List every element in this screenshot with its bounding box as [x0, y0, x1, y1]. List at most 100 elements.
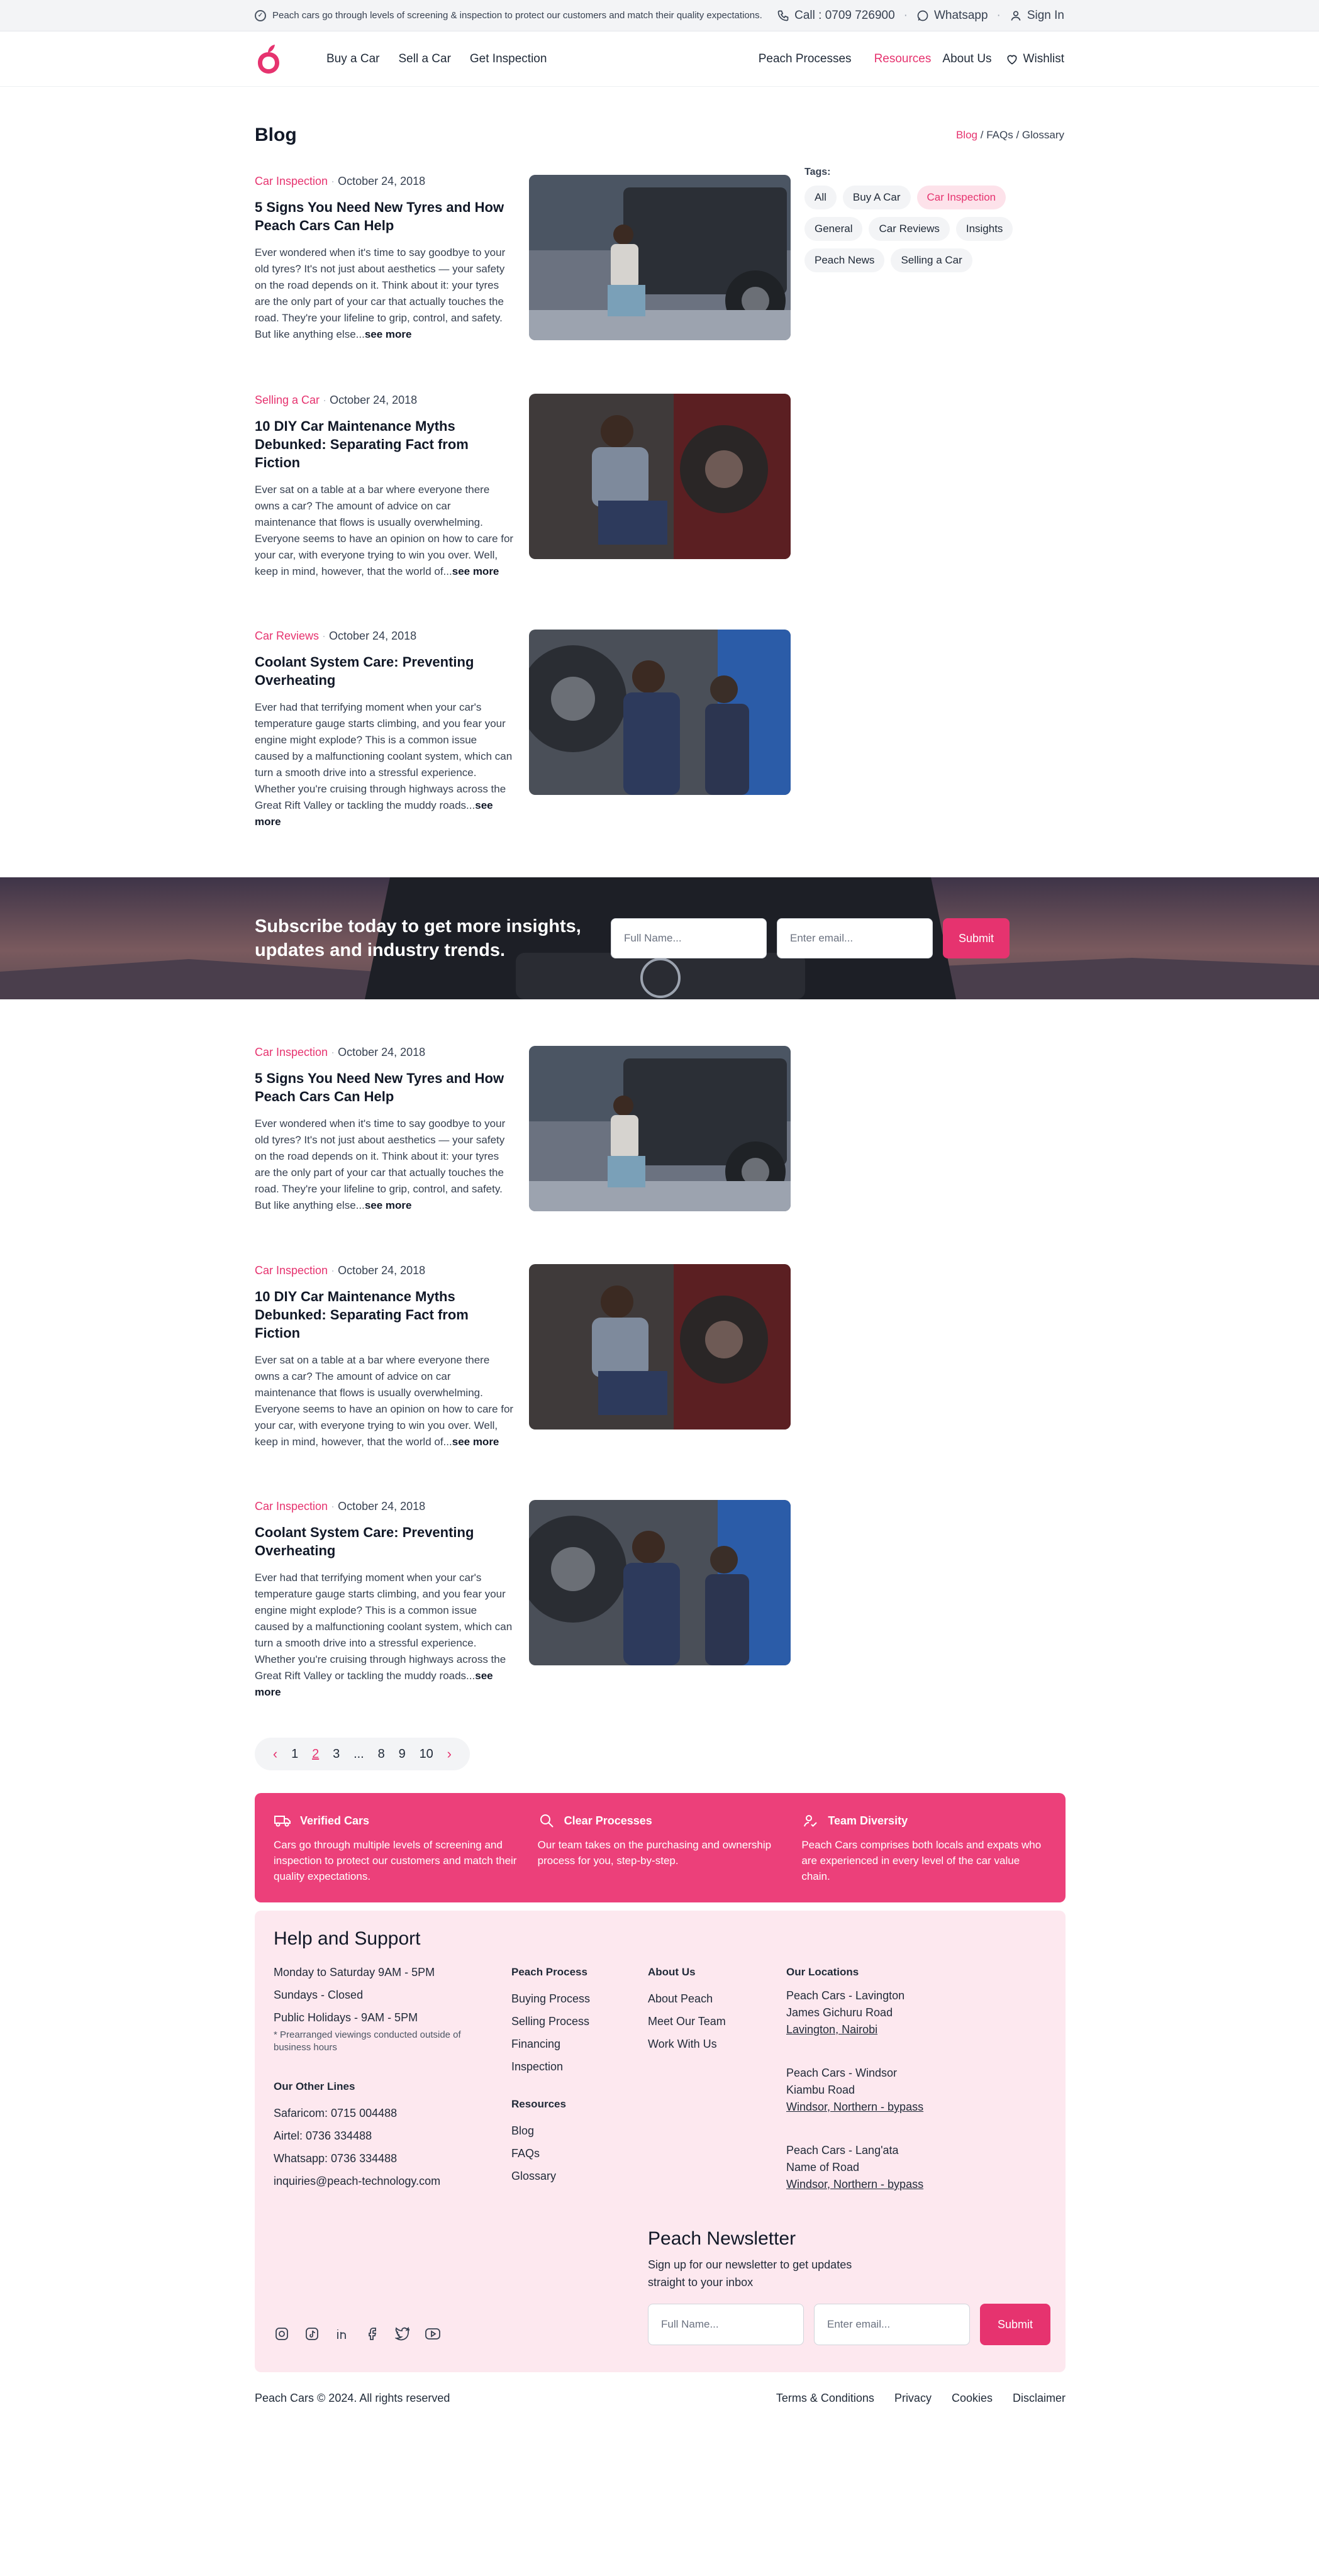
phone-line[interactable]: Airtel: 0736 334488 — [274, 2124, 462, 2147]
main-header: Buy a Car Sell a Car Get Inspection Peac… — [0, 31, 1319, 87]
nav-buy-a-car[interactable]: Buy a Car — [326, 52, 379, 66]
post-category[interactable]: Car Inspection — [255, 1500, 328, 1513]
post-category[interactable]: Car Inspection — [255, 175, 328, 187]
peach-logo[interactable] — [255, 43, 282, 75]
nav-about-us[interactable]: About Us — [942, 52, 991, 66]
footer-link[interactable]: Selling Process — [511, 2010, 590, 2033]
footer-link[interactable]: Financing — [511, 2033, 590, 2055]
tag-car-reviews[interactable]: Car Reviews — [869, 217, 950, 241]
column-title: About Us — [648, 1966, 696, 1978]
privacy-link[interactable]: Privacy — [894, 2392, 932, 2405]
post-category[interactable]: Selling a Car — [255, 394, 320, 406]
footer-link[interactable]: Buying Process — [511, 1987, 590, 2010]
phone-line[interactable]: Safaricom: 0715 004488 — [274, 2102, 462, 2124]
post-title[interactable]: 5 Signs You Need New Tyres and How Peach… — [255, 1069, 514, 1106]
call-link[interactable]: Call : 0709 726900 — [777, 9, 895, 23]
footer-link[interactable]: Glossary — [511, 2165, 590, 2187]
post-thumbnail[interactable] — [529, 394, 791, 559]
chevron-left-icon[interactable]: ‹ — [273, 1746, 277, 1762]
sign-in-link[interactable]: Sign In — [1010, 9, 1064, 23]
post-title[interactable]: Coolant System Care: Preventing Overheat… — [255, 1523, 514, 1560]
newsletter-name-input[interactable]: Full Name... — [648, 2304, 804, 2345]
post-excerpt: Ever had that terrifying moment when you… — [255, 701, 513, 811]
footer-link[interactable]: FAQs — [511, 2142, 590, 2165]
linkedin-icon[interactable] — [334, 2326, 350, 2342]
blog-post-card[interactable]: Selling a Car · October 24, 2018 10 DIY Ca… — [255, 394, 791, 580]
post-title[interactable]: 10 DIY Car Maintenance Myths Debunked: S… — [255, 1287, 514, 1342]
footer-link[interactable]: Work With Us — [648, 2033, 726, 2055]
blog-post-card[interactable]: Car Inspection · October 24, 2018 5 Signs … — [255, 1046, 791, 1214]
page-link[interactable]: 8 — [378, 1747, 385, 1762]
post-title[interactable]: 5 Signs You Need New Tyres and How Peach… — [255, 198, 514, 235]
post-category[interactable]: Car Reviews — [255, 630, 319, 642]
blog-post-card[interactable]: Car Inspection · October 24, 2018 5 Signs … — [255, 175, 791, 343]
post-title[interactable]: Coolant System Care: Preventing Overheat… — [255, 653, 514, 689]
post-thumbnail[interactable] — [529, 630, 791, 795]
page-link[interactable]: 3 — [333, 1747, 340, 1762]
phone-line[interactable]: Whatsapp: 0736 334488 — [274, 2147, 462, 2170]
chevron-right-icon[interactable]: › — [447, 1746, 452, 1762]
see-more-link[interactable]: see more — [452, 565, 499, 577]
tag-car-inspection[interactable]: Car Inspection — [916, 186, 1006, 209]
tag-general[interactable]: General — [804, 217, 863, 241]
terms-link[interactable]: Terms & Conditions — [776, 2392, 874, 2405]
footer-link[interactable]: Blog — [511, 2119, 590, 2142]
nav-get-inspection[interactable]: Get Inspection — [470, 52, 547, 66]
breadcrumb-glossary[interactable]: Glossary — [1022, 129, 1064, 141]
nav-peach-processes[interactable]: Peach Processes — [759, 52, 852, 66]
subscribe-email-input[interactable]: Enter email... — [777, 918, 933, 958]
see-more-link[interactable]: see more — [365, 1199, 412, 1211]
blog-post-card[interactable]: Car Inspection · October 24, 2018 10 DIY C… — [255, 1264, 791, 1450]
post-thumbnail[interactable] — [529, 175, 791, 340]
support-hours: Monday to Saturday 9AM - 5PM Sundays - C… — [274, 1961, 462, 2192]
page-link[interactable]: 9 — [399, 1747, 406, 1762]
instagram-icon[interactable] — [274, 2326, 290, 2342]
column-title: Resources — [511, 2098, 566, 2110]
facebook-icon[interactable] — [364, 2326, 381, 2342]
tag-insights[interactable]: Insights — [955, 217, 1013, 241]
nav-sell-a-car[interactable]: Sell a Car — [398, 52, 450, 66]
whatsapp-link[interactable]: Whatsapp — [916, 9, 988, 23]
sign-in-label: Sign In — [1027, 8, 1064, 22]
email-link[interactable]: inquiries@peach-technology.com — [274, 2170, 462, 2192]
post-title[interactable]: 10 DIY Car Maintenance Myths Debunked: S… — [255, 417, 514, 472]
disclaimer-link[interactable]: Disclaimer — [1013, 2392, 1066, 2405]
post-category[interactable]: Car Inspection — [255, 1264, 328, 1277]
tag-buy-a-car[interactable]: Buy A Car — [842, 186, 911, 209]
post-thumbnail[interactable] — [529, 1046, 791, 1211]
see-more-link[interactable]: see more — [365, 328, 412, 340]
footer-link[interactable]: About Peach — [648, 1987, 726, 2010]
nav-resources[interactable]: Resources — [874, 52, 932, 66]
subscribe-name-input[interactable]: Full Name... — [611, 918, 767, 958]
tag-all[interactable]: All — [804, 186, 837, 209]
tag-peach-news[interactable]: Peach News — [804, 248, 885, 272]
breadcrumb-blog[interactable]: Blog — [956, 129, 977, 141]
location-map-link[interactable]: Windsor, Northern - bypass — [786, 2099, 923, 2116]
location-name: Peach Cars - Windsor — [786, 2067, 898, 2079]
page-link-current[interactable]: 2 — [312, 1747, 319, 1762]
blog-post-card[interactable]: Car Reviews · October 24, 2018 Coolant Sys… — [255, 630, 791, 830]
tag-selling-a-car[interactable]: Selling a Car — [891, 248, 972, 272]
post-category[interactable]: Car Inspection — [255, 1046, 328, 1058]
blog-post-card[interactable]: Car Inspection · October 24, 2018 Coolant … — [255, 1500, 791, 1701]
location-map-link[interactable]: Lavington, Nairobi — [786, 2021, 923, 2038]
post-thumbnail[interactable] — [529, 1500, 791, 1665]
subscribe-submit-button[interactable]: Submit — [943, 918, 1010, 958]
page-link[interactable]: 10 — [420, 1747, 433, 1762]
wishlist-link[interactable]: Wishlist — [1006, 52, 1064, 66]
page-link[interactable]: 1 — [291, 1747, 298, 1762]
twitter-icon[interactable] — [394, 2326, 411, 2342]
breadcrumb-faqs[interactable]: FAQs — [986, 129, 1013, 141]
post-thumbnail[interactable] — [529, 1264, 791, 1430]
tiktok-icon[interactable] — [304, 2326, 320, 2342]
breadcrumb-separator: / — [980, 129, 984, 141]
newsletter-submit-button[interactable]: Submit — [980, 2304, 1051, 2345]
newsletter-email-input[interactable]: Enter email... — [814, 2304, 970, 2345]
see-more-link[interactable]: see more — [452, 1436, 499, 1448]
youtube-icon[interactable] — [425, 2326, 441, 2342]
meta-separator: · — [322, 630, 326, 642]
cookies-link[interactable]: Cookies — [952, 2392, 993, 2405]
footer-link[interactable]: Meet Our Team — [648, 2010, 726, 2033]
footer-link[interactable]: Inspection — [511, 2055, 590, 2078]
location-map-link[interactable]: Windsor, Northern - bypass — [786, 2176, 923, 2193]
